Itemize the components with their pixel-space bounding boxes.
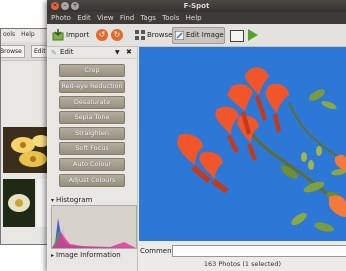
- edit-image-button[interactable]: Edit Image: [172, 27, 225, 44]
- sidebar-title: Edit: [60, 48, 74, 56]
- fullscreen-icon[interactable]: [230, 30, 244, 42]
- sidebar-close-icon[interactable]: ✖: [126, 47, 132, 58]
- red-eye-reduction-button[interactable]: Red-eye Reduction: [59, 80, 125, 93]
- browse-button[interactable]: Browse: [135, 27, 173, 43]
- window-title: F-Spot: [183, 2, 210, 10]
- image-information-label: Image Information: [56, 251, 121, 259]
- histogram-label: Histogram: [56, 196, 93, 204]
- close-window-button[interactable]: ×: [51, 2, 59, 10]
- title-bar: F-Spot × – +: [47, 0, 346, 12]
- histogram-graph: [51, 205, 137, 249]
- rotate-right-icon[interactable]: ↻: [111, 29, 123, 41]
- back-menu-tools[interactable]: ools: [3, 31, 15, 38]
- desaturate-button[interactable]: Desaturate: [59, 96, 125, 109]
- back-edit-tab[interactable]: Edit: [31, 45, 49, 58]
- back-thumbnail-flower[interactable]: [3, 179, 35, 227]
- import-icon: [52, 29, 64, 41]
- sidebar-dropdown-icon[interactable]: ▼: [115, 47, 120, 58]
- edit-pencil-icon: ✎: [51, 49, 57, 57]
- menu-tags[interactable]: Tags: [140, 12, 156, 24]
- expander-right-icon: ▸: [51, 252, 55, 259]
- image-information-expander[interactable]: ▸ Image Information: [48, 250, 137, 260]
- menu-find[interactable]: Find: [120, 12, 134, 24]
- edit-sidebar: ✎ Edit ▼ ✖ Crop Red-eye Reduction Desatu…: [48, 47, 138, 271]
- photo-view[interactable]: [139, 47, 346, 241]
- soft-focus-button[interactable]: Soft Focus: [59, 142, 125, 155]
- straighten-button[interactable]: Straighten: [59, 127, 125, 140]
- back-menu-help[interactable]: Help: [21, 31, 35, 38]
- menu-help[interactable]: Help: [186, 12, 202, 24]
- import-label: Import: [66, 31, 90, 39]
- menu-edit[interactable]: Edit: [77, 12, 91, 24]
- edit-image-label: Edit Image: [186, 31, 224, 39]
- adjust-colours-button[interactable]: Adjust Colours: [59, 174, 125, 187]
- minimize-window-button[interactable]: –: [61, 2, 69, 10]
- browse-label: Browse: [147, 31, 173, 39]
- rotate-left-icon[interactable]: ↺: [96, 29, 108, 41]
- slideshow-play-icon[interactable]: [248, 29, 258, 41]
- crop-button[interactable]: Crop: [59, 64, 125, 77]
- sepia-tone-button[interactable]: Sepia Tone: [59, 111, 125, 124]
- menu-photo[interactable]: Photo: [51, 12, 71, 24]
- auto-colour-button[interactable]: Auto Colour: [59, 158, 125, 171]
- comment-row: Comment:: [139, 244, 346, 258]
- comment-input[interactable]: [172, 245, 346, 257]
- menu-tools[interactable]: Tools: [162, 12, 179, 24]
- sidebar-header: ✎ Edit ▼ ✖: [48, 47, 137, 59]
- edit-image-icon: [175, 30, 184, 40]
- toolbar: Import ↺ ↻ Browse Edit Image: [47, 24, 346, 47]
- status-bar: 163 Photos (1 selected): [203, 260, 282, 268]
- import-button[interactable]: Import: [52, 27, 89, 43]
- browse-icon: [135, 30, 145, 40]
- maximize-window-button[interactable]: +: [71, 2, 79, 10]
- back-browse-tab[interactable]: Browse: [1, 45, 25, 58]
- main-window: F-Spot × – + Photo Edit View Find Tags T…: [47, 0, 346, 271]
- menubar: Photo Edit View Find Tags Tools Help: [47, 12, 346, 24]
- expander-down-icon: ▾: [51, 197, 55, 204]
- menu-view[interactable]: View: [97, 12, 114, 24]
- histogram-expander[interactable]: ▾ Histogram: [48, 195, 137, 205]
